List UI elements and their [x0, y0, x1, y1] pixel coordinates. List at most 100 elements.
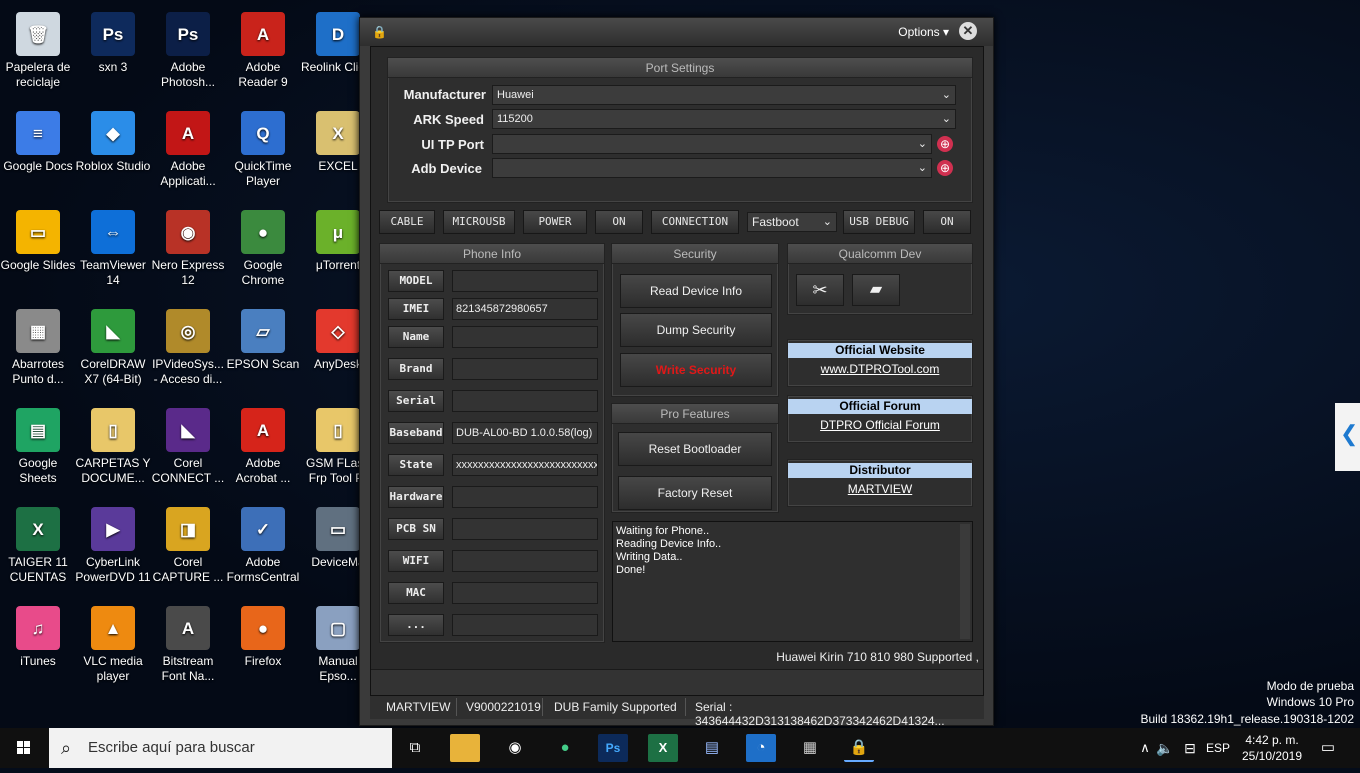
phone-field-label: Brand: [388, 358, 444, 380]
phone-field-value[interactable]: xxxxxxxxxxxxxxxxxxxxxxxxxxxxxxxxxx: [452, 454, 598, 476]
desktop-icon[interactable]: ◣ CorelDRAW X7 (64-Bit): [75, 303, 151, 399]
desktop-icon[interactable]: A Adobe Applicati...: [150, 105, 226, 201]
desktop-icon-label: IPVideoSys... - Acceso di...: [152, 357, 224, 386]
uitp-port-select[interactable]: ⌄: [492, 134, 932, 154]
desktop-icon[interactable]: ▤ Google Sheets: [0, 402, 76, 498]
title-bar[interactable]: 🔒 Options ▾ ✕: [360, 18, 993, 46]
phone-field-value[interactable]: [452, 390, 598, 412]
usb-debug-button[interactable]: USB DEBUG: [843, 210, 915, 234]
search-icon: ⌕: [61, 738, 72, 758]
website-link[interactable]: www.DTPROTool.com: [788, 362, 972, 376]
device-icon[interactable]: ▦: [795, 734, 825, 762]
refresh-port-icon[interactable]: ⊕: [937, 136, 953, 152]
task-view-icon[interactable]: ⧉: [400, 734, 430, 762]
desktop-icon-label: Adobe Photosh...: [160, 60, 216, 89]
desktop-icon[interactable]: ◨ Corel CAPTURE ...: [150, 501, 226, 597]
side-panel-tab[interactable]: ❮: [1335, 403, 1360, 471]
desktop-icon[interactable]: Ps Adobe Photosh...: [150, 6, 226, 102]
desktop-icon[interactable]: ≡ Google Docs: [0, 105, 76, 201]
cable-button[interactable]: CABLE: [379, 210, 435, 234]
search-box[interactable]: ⌕ Escribe aquí para buscar: [49, 728, 392, 768]
desktop-icon[interactable]: Q QuickTime Player: [225, 105, 301, 201]
desktop-icon-label: Corel CAPTURE ...: [152, 555, 224, 584]
desktop-icon[interactable]: ▯ CARPETAS Y DOCUME...: [75, 402, 151, 498]
desktop-icon-label: Adobe Applicati...: [160, 159, 216, 188]
clock[interactable]: 4:42 p. m. 25/10/2019: [1240, 732, 1304, 764]
camera-app-icon[interactable]: ◉: [500, 734, 530, 762]
app-icon: X: [316, 111, 360, 155]
phone-field-value[interactable]: [452, 518, 598, 540]
start-button[interactable]: [0, 728, 48, 768]
phone-field-value[interactable]: [452, 486, 598, 508]
desktop-icon[interactable]: ▶ CyberLink PowerDVD 11: [75, 501, 151, 597]
language-indicator[interactable]: ESP: [1203, 734, 1233, 762]
desktop-icon[interactable]: ▦ Abarrotes Punto d...: [0, 303, 76, 399]
desktop-icon[interactable]: ▲ VLC media player: [75, 600, 151, 696]
reset-bootloader-button[interactable]: Reset Bootloader: [618, 432, 772, 466]
phone-field-value[interactable]: [452, 550, 598, 572]
desktop-icon[interactable]: Ps sxn 3: [75, 6, 151, 102]
phone-field-value[interactable]: [452, 270, 598, 292]
distributor-link[interactable]: MARTVIEW: [788, 482, 972, 496]
read-device-info-button[interactable]: Read Device Info: [620, 274, 772, 308]
desktop-icon[interactable]: ▱ EPSON Scan: [225, 303, 301, 399]
fastboot-select[interactable]: Fastboot ⌄: [747, 212, 837, 232]
write-security-button[interactable]: Write Security: [620, 353, 772, 387]
desktop-icon[interactable]: 🗑 Papelera de reciclaje: [0, 6, 76, 102]
desktop-icon[interactable]: ◆ Roblox Studio: [75, 105, 151, 201]
factory-reset-button[interactable]: Factory Reset: [618, 476, 772, 510]
desktop-icon[interactable]: ✓ Adobe FormsCentral: [225, 501, 301, 597]
connection-button[interactable]: CONNECTION: [651, 210, 739, 234]
dump-security-button[interactable]: Dump Security: [620, 313, 772, 347]
on-button-1[interactable]: ON: [595, 210, 643, 234]
desktop-icon[interactable]: X TAIGER 11 CUENTAS: [0, 501, 76, 597]
status-martview: MARTVIEW: [386, 700, 451, 714]
phone-field-value[interactable]: 821345872980657: [452, 298, 598, 320]
clock-time: 4:42 p. m.: [1245, 733, 1299, 747]
desktop-icon[interactable]: ● Firefox: [225, 600, 301, 696]
log-panel[interactable]: Waiting for Phone.. Reading Device Info..…: [612, 521, 973, 642]
app-icon: ●: [241, 606, 285, 650]
phone-field-value[interactable]: [452, 582, 598, 604]
reolink-icon[interactable]: ◔: [746, 734, 776, 762]
phone-field-value[interactable]: [452, 358, 598, 380]
tools-icon[interactable]: ✂: [796, 274, 844, 306]
chrome-icon[interactable]: ●: [550, 734, 580, 762]
phone-field-value[interactable]: [452, 614, 598, 636]
power-button[interactable]: POWER: [523, 210, 587, 234]
desktop-icon[interactable]: A Bitstream Font Na...: [150, 600, 226, 696]
options-menu[interactable]: Options ▾: [898, 25, 949, 39]
desktop-icon[interactable]: ⇔ TeamViewer 14: [75, 204, 151, 300]
watermark-line3: Build 18362.19h1_release.190318-1202: [1140, 712, 1354, 726]
refresh-adb-icon[interactable]: ⊕: [937, 160, 953, 176]
on-button-2[interactable]: ON: [923, 210, 971, 234]
desktop-icon[interactable]: ● Google Chrome: [225, 204, 301, 300]
app-icon: ◣: [166, 408, 210, 452]
dtpro-taskbar-icon[interactable]: 🔒: [844, 734, 874, 762]
adb-device-select[interactable]: ⌄: [492, 158, 932, 178]
network-tool-icon[interactable]: ▤: [697, 734, 727, 762]
phone-field-value[interactable]: DUB-AL00-BD 1.0.0.58(log): [452, 422, 598, 444]
desktop-icon[interactable]: ◉ Nero Express 12: [150, 204, 226, 300]
phone-field-label: State: [388, 454, 444, 476]
desktop-icon-label: sxn 3: [98, 60, 128, 74]
network-icon[interactable]: ⊟: [1175, 734, 1205, 762]
microusb-button[interactable]: MICROUSB: [443, 210, 515, 234]
desktop-icon[interactable]: A Adobe Reader 9: [225, 6, 301, 102]
excel-icon[interactable]: X: [648, 734, 678, 762]
file-explorer-icon[interactable]: [450, 734, 480, 762]
chip-icon[interactable]: ▰: [852, 274, 900, 306]
desktop-icon[interactable]: ♫ iTunes: [0, 600, 76, 696]
close-button[interactable]: ✕: [959, 22, 977, 40]
phone-field-value[interactable]: [452, 326, 598, 348]
photoshop-icon[interactable]: Ps: [598, 734, 628, 762]
manufacturer-select[interactable]: Huawei ⌄: [492, 85, 956, 105]
desktop-icon[interactable]: ▭ Google Slides: [0, 204, 76, 300]
desktop-icon[interactable]: ◎ IPVideoSys... - Acceso di...: [150, 303, 226, 399]
forum-link[interactable]: DTPRO Official Forum: [788, 418, 972, 432]
log-scrollbar[interactable]: [960, 524, 970, 639]
desktop-icon[interactable]: ◣ Corel CONNECT ...: [150, 402, 226, 498]
ark-speed-select[interactable]: 115200 ⌄: [492, 109, 956, 129]
notifications-icon[interactable]: ▭: [1313, 734, 1343, 762]
desktop-icon[interactable]: A Adobe Acrobat ...: [225, 402, 301, 498]
